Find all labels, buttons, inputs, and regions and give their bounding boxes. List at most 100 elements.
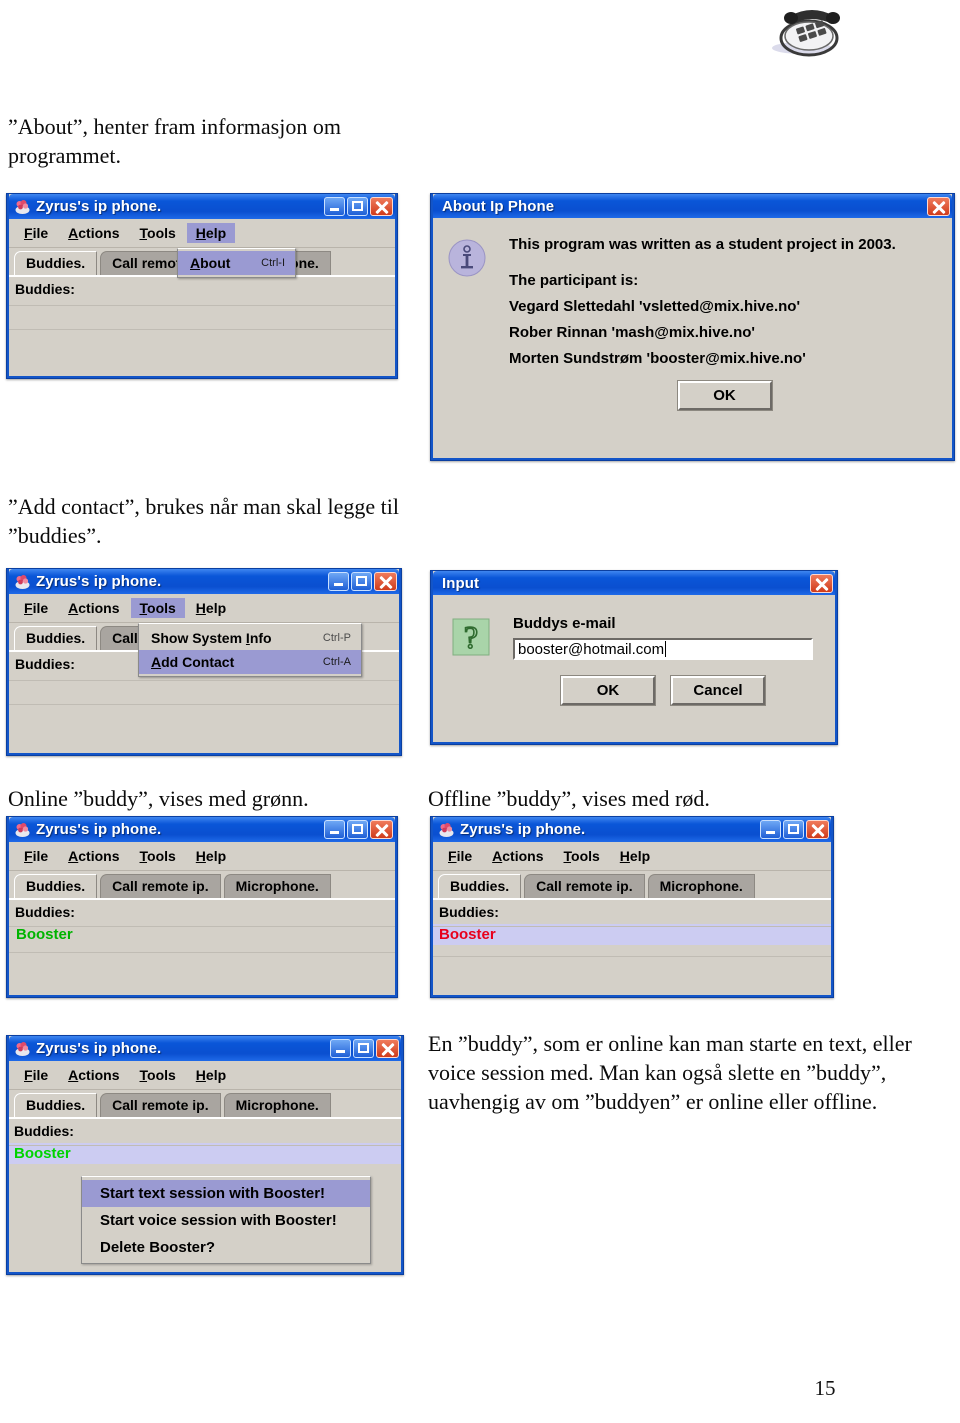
tab-call-remote-ip[interactable]: Call remote ip. [100, 1093, 221, 1117]
ok-button[interactable]: OK [677, 381, 772, 410]
menu-help[interactable]: Help [187, 598, 235, 618]
zyrus-window-online-buddy[interactable]: Zyrus's ip phone. File Actions Tools Hel… [6, 816, 398, 998]
maximize-button[interactable] [347, 820, 368, 839]
tab-call-remote-ip[interactable]: Call remote ip. [524, 874, 645, 898]
input-dialog[interactable]: Input ? Buddys e-mail booster@hotmail.co… [430, 570, 838, 745]
minimize-button[interactable] [324, 820, 345, 839]
buddy-list-item-booster[interactable]: Booster [13, 924, 395, 945]
menu-actions[interactable]: Actions [59, 598, 128, 618]
maximize-button[interactable] [353, 1039, 374, 1058]
input-dialog-title-bar[interactable]: Input [433, 571, 835, 595]
title-bar[interactable]: Zyrus's ip phone. [9, 1036, 401, 1061]
menu-file[interactable]: File [15, 846, 57, 866]
close-button[interactable] [376, 1039, 399, 1058]
cancel-button[interactable]: Cancel [671, 676, 765, 705]
menu-item-start-voice-session[interactable]: Start voice session with Booster! [82, 1207, 370, 1234]
menu-actions[interactable]: Actions [59, 846, 128, 866]
close-button[interactable] [806, 820, 829, 839]
menu-bar[interactable]: File Actions Tools Help [9, 1061, 401, 1090]
close-button[interactable] [370, 820, 393, 839]
buddy-list-item-booster[interactable]: Booster [433, 924, 831, 945]
tab-buddies[interactable]: Buddies. [14, 874, 98, 898]
tab-call-remote-ip[interactable]: Call remote ip. [100, 874, 221, 898]
zyrus-window-tools-menu[interactable]: Zyrus's ip phone. File Actions Tools Hel… [6, 568, 402, 756]
menu-tools[interactable]: Tools [555, 846, 609, 866]
buddies-pane: Buddies: Booster [9, 900, 395, 995]
buddy-context-menu[interactable]: Start text session with Booster! Start v… [81, 1176, 371, 1264]
close-button[interactable] [927, 196, 950, 216]
zyrus-window-buddy-context-menu[interactable]: Zyrus's ip phone. File Actions Tools Hel… [6, 1035, 404, 1275]
title-bar[interactable]: Zyrus's ip phone. [9, 817, 395, 842]
menu-bar[interactable]: File Actions Tools Help [9, 842, 395, 871]
menu-bar[interactable]: File Actions Tools Help [433, 842, 831, 871]
menu-file[interactable]: File [439, 846, 481, 866]
maximize-button[interactable] [347, 197, 368, 216]
buddy-email-value: booster@hotmail.com [518, 640, 665, 658]
help-dropdown-menu[interactable]: About Ctrl-I [177, 248, 296, 278]
buddy-email-input[interactable]: booster@hotmail.com [513, 638, 813, 660]
close-button[interactable] [810, 573, 833, 593]
tools-dropdown-menu[interactable]: Show System Info Ctrl-P Add Contact Ctrl… [138, 623, 362, 677]
zyrus-window-offline-buddy[interactable]: Zyrus's ip phone. File Actions Tools Hel… [430, 816, 834, 998]
window-title: Zyrus's ip phone. [36, 1040, 162, 1057]
menu-tools[interactable]: Tools [131, 846, 185, 866]
tab-buddies[interactable]: Buddies. [438, 874, 522, 898]
menu-item-about[interactable]: About Ctrl-I [178, 251, 295, 275]
maximize-button[interactable] [783, 820, 804, 839]
tab-buddies[interactable]: Buddies. [14, 1093, 98, 1117]
menu-item-show-system-info[interactable]: Show System Info Ctrl-P [139, 626, 361, 650]
tab-microphone[interactable]: Microphone. [223, 874, 331, 898]
about-dialog-title-bar[interactable]: About Ip Phone [433, 194, 952, 218]
zyrus-window-help-menu[interactable]: Zyrus's ip phone. File Actions Tools Hel… [6, 193, 398, 379]
app-icon [439, 822, 454, 837]
title-bar[interactable]: Zyrus's ip phone. [9, 569, 399, 594]
tab-microphone[interactable]: Microphone. [647, 874, 755, 898]
window-controls[interactable] [324, 820, 393, 839]
menu-item-add-contact[interactable]: Add Contact Ctrl-A [139, 650, 361, 674]
close-button[interactable] [374, 572, 397, 591]
menu-item-start-text-session[interactable]: Start text session with Booster! [82, 1180, 370, 1207]
add-contact-description-text: ”Add contact”, brukes når man skal legge… [8, 494, 399, 549]
minimize-button[interactable] [324, 197, 345, 216]
minimize-button[interactable] [328, 572, 349, 591]
ok-button[interactable]: OK [561, 676, 655, 705]
minimize-button[interactable] [760, 820, 781, 839]
question-icon: ? [452, 618, 490, 656]
menu-file[interactable]: File [15, 223, 57, 243]
menu-tools[interactable]: Tools [131, 1065, 185, 1085]
tab-buddies[interactable]: Buddies. [14, 251, 98, 275]
tab-strip[interactable]: Buddies. Call remote ip. Microphone. [9, 871, 395, 900]
window-controls[interactable] [760, 820, 829, 839]
menu-item-delete-buddy[interactable]: Delete Booster? [82, 1234, 370, 1261]
tab-strip[interactable]: Buddies. Call remote ip. Microphone. [433, 871, 831, 900]
window-controls[interactable] [324, 197, 393, 216]
menu-bar[interactable]: File Actions Tools Help [9, 594, 399, 623]
window-controls[interactable] [330, 1039, 399, 1058]
tab-buddies[interactable]: Buddies. [14, 626, 98, 650]
maximize-button[interactable] [351, 572, 372, 591]
menu-help[interactable]: Help [187, 846, 235, 866]
menu-actions[interactable]: Actions [59, 1065, 128, 1085]
about-line-1: This program was written as a student pr… [509, 236, 896, 253]
menu-help[interactable]: Help [187, 1065, 235, 1085]
menu-bar[interactable]: File Actions Tools Help [9, 219, 395, 248]
menu-file[interactable]: File [15, 1065, 57, 1085]
minimize-button[interactable] [330, 1039, 351, 1058]
menu-help[interactable]: Help [611, 846, 659, 866]
offline-buddy-caption: Offline ”buddy”, vises med rød. [428, 786, 710, 811]
title-bar[interactable]: Zyrus's ip phone. [433, 817, 831, 842]
title-bar[interactable]: Zyrus's ip phone. [9, 194, 395, 219]
window-title: Zyrus's ip phone. [36, 573, 162, 590]
tab-strip[interactable]: Buddies. Call remote ip. Microphone. [9, 1090, 401, 1119]
about-dialog[interactable]: About Ip Phone This program was written … [430, 193, 955, 461]
menu-tools[interactable]: Tools [130, 598, 185, 618]
close-button[interactable] [370, 197, 393, 216]
menu-help[interactable]: Help [186, 223, 236, 243]
menu-file[interactable]: File [15, 598, 57, 618]
menu-tools[interactable]: Tools [131, 223, 185, 243]
tab-microphone[interactable]: Microphone. [223, 1093, 331, 1117]
menu-actions[interactable]: Actions [59, 223, 128, 243]
menu-actions[interactable]: Actions [483, 846, 552, 866]
window-controls[interactable] [328, 572, 397, 591]
buddy-list-item-booster[interactable]: Booster [9, 1143, 401, 1164]
